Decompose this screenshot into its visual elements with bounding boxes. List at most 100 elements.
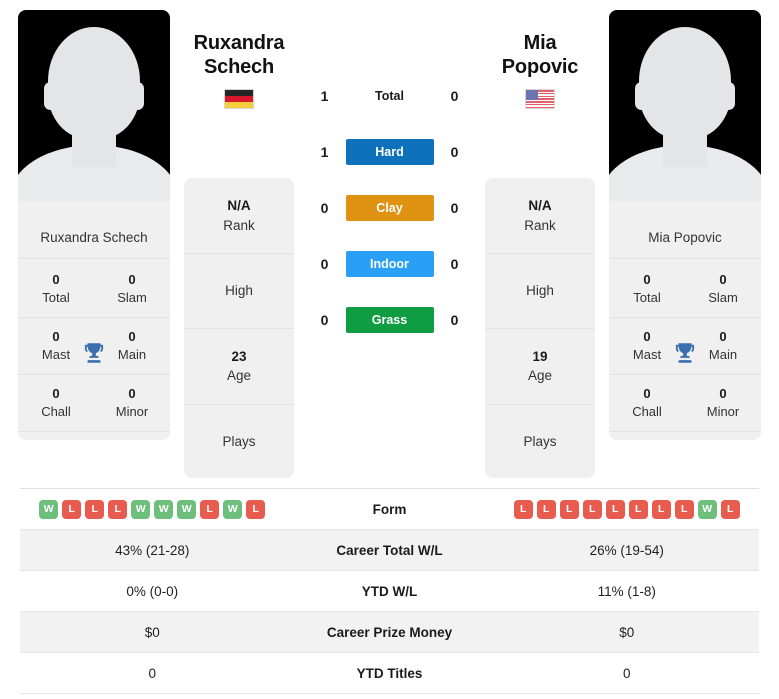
form-badge-loss[interactable]: L	[651, 499, 671, 519]
left-rank-label: Rank	[223, 217, 255, 233]
head-to-head-comparison: Ruxandra Schech 0 Total 0 Slam 0 Mast 0 …	[0, 0, 779, 699]
left-high-section: High	[184, 254, 294, 329]
right-rank-section: N/A Rank	[485, 178, 595, 255]
surface-label-grass[interactable]: Grass	[345, 307, 434, 333]
surface-label-clay[interactable]: Clay	[345, 195, 434, 221]
trophy-icon	[84, 343, 104, 363]
left-career-total-wl: 43% (21-28)	[115, 542, 190, 558]
surface-row-indoor: 0 Indoor 0	[298, 236, 481, 292]
title-cell-total: 0 Total	[609, 261, 685, 317]
form-badge-win[interactable]: W	[154, 499, 174, 519]
form-badge-loss[interactable]: L	[720, 499, 740, 519]
row-label-form: Form	[372, 501, 407, 517]
silhouette-ear-left-icon	[44, 82, 57, 110]
right-player-photo	[609, 10, 761, 217]
form-badge-loss[interactable]: L	[536, 499, 556, 519]
silhouette-ear-left-icon	[635, 82, 648, 110]
form-badge-loss[interactable]: L	[513, 499, 533, 519]
surface-left-score: 0	[320, 312, 329, 328]
form-badge-win[interactable]: W	[223, 499, 243, 519]
surface-right-score: 0	[450, 88, 459, 104]
right-rank-label: Rank	[524, 217, 556, 233]
right-age-value: 19	[532, 348, 548, 364]
title-value: 0	[719, 272, 727, 287]
surface-right-score: 0	[450, 200, 459, 216]
left-player-card: Ruxandra Schech 0 Total 0 Slam 0 Mast 0 …	[18, 10, 170, 441]
title-value: 0	[643, 386, 651, 402]
form-badge-loss[interactable]: L	[246, 499, 266, 519]
form-badge-loss[interactable]: L	[108, 499, 128, 519]
left-form-cell: WLLLWWWLWL	[20, 499, 285, 519]
form-badge-loss[interactable]: L	[582, 499, 602, 519]
left-age-value: 23	[231, 348, 247, 364]
right-form-strip: LLLLLLLLWL	[495, 499, 760, 519]
silhouette-ear-right-icon	[131, 82, 144, 110]
top-comparison-zone: Ruxandra Schech 0 Total 0 Slam 0 Mast 0 …	[0, 0, 779, 479]
left-player-photo	[18, 10, 170, 217]
title-value: 0	[719, 386, 727, 402]
title-label: Chall	[41, 403, 71, 419]
title-label: Chall	[632, 403, 662, 419]
form-badge-loss[interactable]: L	[605, 499, 625, 519]
form-badge-win[interactable]: W	[131, 499, 151, 519]
surface-label-indoor[interactable]: Indoor	[345, 251, 434, 277]
surface-row-grass: 0 Grass 0	[298, 292, 481, 348]
form-badge-loss[interactable]: L	[62, 499, 82, 519]
title-label: Slam	[708, 289, 738, 305]
surface-label-hard[interactable]: Hard	[345, 139, 434, 165]
right-form-cell: LLLLLLLLWL	[495, 499, 760, 519]
left-age-label: Age	[226, 368, 252, 384]
surface-left-score: 0	[320, 200, 329, 216]
left-name-block: Ruxandra Schech	[184, 10, 294, 178]
left-info-column: Ruxandra Schech N/A Rank High 23 Age Pla…	[180, 10, 298, 479]
title-cell-total: 0 Total	[18, 261, 94, 317]
title-label: Slam	[117, 289, 147, 305]
titles-row: 0 Total 0 Slam	[609, 261, 761, 319]
form-badge-loss[interactable]: L	[559, 499, 579, 519]
title-cell-minor: 0 Minor	[685, 375, 761, 431]
right-card-player-name: Mia Popovic	[609, 217, 761, 259]
photo-fade	[609, 201, 761, 217]
surface-row-clay: 0 Clay 0	[298, 180, 481, 236]
form-badge-win[interactable]: W	[697, 499, 717, 519]
surface-label-total: Total	[375, 89, 404, 103]
left-player-name: Ruxandra Schech	[184, 32, 294, 79]
surface-row-hard: 1 Hard 0	[298, 124, 481, 180]
silhouette-head-icon	[48, 27, 140, 139]
title-label: Total	[42, 289, 70, 305]
form-badge-loss[interactable]: L	[628, 499, 648, 519]
title-cell-chall: 0 Chall	[609, 375, 685, 431]
left-plays-label: Plays	[222, 433, 256, 449]
surface-left-score: 1	[320, 88, 329, 104]
form-badge-win[interactable]: W	[39, 499, 59, 519]
right-career-prize-money: $0	[619, 624, 635, 640]
title-value: 0	[128, 386, 136, 402]
row-label-career-total-wl: Career Total W/L	[336, 542, 443, 558]
right-plays-section: Plays	[485, 405, 595, 479]
form-badge-loss[interactable]: L	[674, 499, 694, 519]
titles-row: 0 Chall 0 Minor	[18, 375, 170, 433]
table-row-form: WLLLWWWLWL Form LLLLLLLLWL	[20, 489, 759, 530]
left-player-last-name: Schech	[204, 55, 274, 78]
left-ytd-titles: 0	[148, 665, 156, 681]
stats-table: WLLLWWWLWL Form LLLLLLLLWL 43% (21-28) C…	[20, 488, 759, 694]
title-cell-minor: 0 Minor	[94, 375, 170, 431]
right-plays-label: Plays	[523, 433, 557, 449]
row-label-ytd-titles: YTD Titles	[356, 665, 423, 681]
form-badge-loss[interactable]: L	[85, 499, 105, 519]
left-career-prize-money: $0	[144, 624, 160, 640]
right-rank-card: N/A Rank High 19 Age Plays	[485, 178, 595, 479]
surface-breakdown: 1 Total 0 1 Hard 0 0 Clay 0 0 Indoor 0 0	[298, 10, 481, 348]
row-label-career-prize-money: Career Prize Money	[326, 624, 453, 640]
right-high-section: High	[485, 254, 595, 329]
title-value: 0	[52, 386, 60, 402]
form-badge-loss[interactable]: L	[200, 499, 220, 519]
left-form-strip: WLLLWWWLWL	[20, 499, 285, 519]
right-name-block: Mia Popovic	[485, 10, 595, 178]
right-ytd-wl: 11% (1-8)	[597, 583, 656, 599]
table-row-ytd-titles: 0 YTD Titles 0	[20, 653, 759, 694]
right-high-label: High	[526, 283, 554, 299]
table-row-ytd-wl: 0% (0-0) YTD W/L 11% (1-8)	[20, 571, 759, 612]
form-badge-win[interactable]: W	[177, 499, 197, 519]
left-rank-card: N/A Rank High 23 Age Plays	[184, 178, 294, 479]
